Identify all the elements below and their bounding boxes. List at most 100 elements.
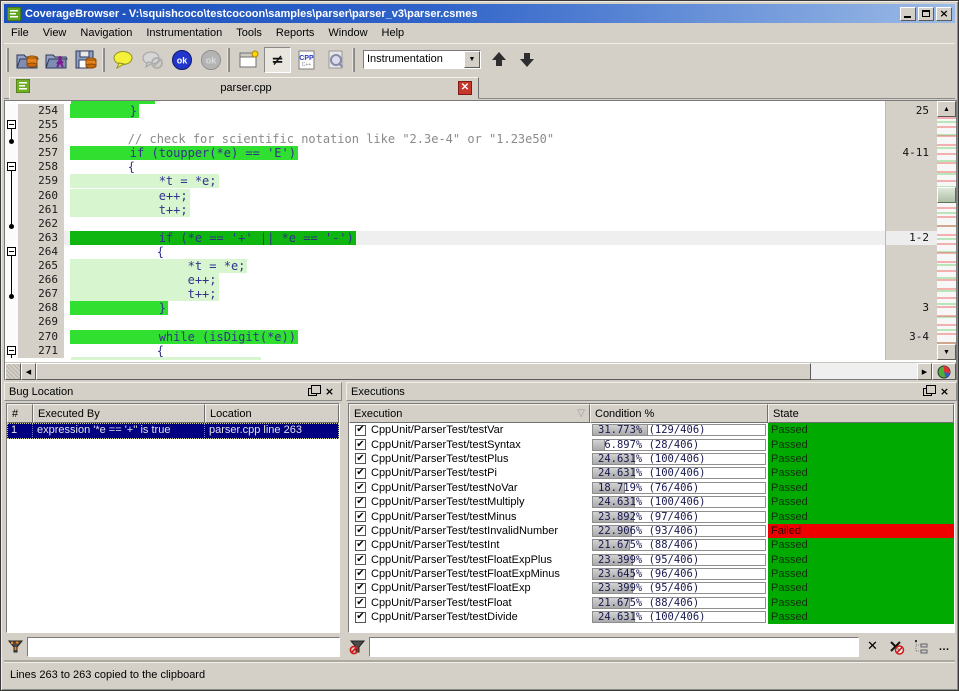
- execution-checkbox[interactable]: ✔: [355, 583, 366, 594]
- cpp-source-button[interactable]: CPP C++: [293, 47, 320, 73]
- tree-view-button[interactable]: [910, 637, 931, 657]
- column-header-num[interactable]: #: [7, 404, 33, 423]
- executions-titlebar[interactable]: Executions ×: [346, 382, 957, 401]
- column-header-condition[interactable]: Condition %: [590, 404, 768, 423]
- hscrollbar-track[interactable]: [811, 363, 917, 379]
- scroll-right-button[interactable]: ▶: [917, 363, 932, 380]
- fold-margin[interactable]: [5, 245, 18, 259]
- code-line[interactable]: 257 if (toupper(*e) == 'E'): [5, 146, 885, 160]
- toolbar-handle[interactable]: [352, 48, 355, 72]
- code-line[interactable]: 260 e++;: [5, 189, 885, 203]
- fold-margin[interactable]: [5, 301, 18, 315]
- remove-comment-button-disabled[interactable]: [139, 47, 166, 73]
- fold-margin[interactable]: [5, 189, 18, 203]
- difference-mode-button[interactable]: ≠: [264, 47, 291, 73]
- execution-checkbox[interactable]: ✔: [355, 597, 366, 608]
- menu-window[interactable]: Window: [321, 25, 374, 41]
- execution-checkbox[interactable]: ✔: [355, 525, 366, 536]
- save-button[interactable]: [72, 47, 99, 73]
- code-line[interactable]: 261 t++;: [5, 203, 885, 217]
- preview-button-disabled[interactable]: [322, 47, 349, 73]
- combobox-dropdown-button[interactable]: ▼: [464, 51, 480, 68]
- code-editor[interactable]: 254 }255256 // check for scientific nota…: [4, 100, 957, 380]
- fold-margin[interactable]: [5, 315, 18, 329]
- execution-row[interactable]: ✔CppUnit/ParserTest/testFloatExpPlus23.3…: [349, 553, 954, 567]
- execution-row[interactable]: ✔CppUnit/ParserTest/testMinus23.892% (97…: [349, 509, 954, 523]
- toolbar-handle[interactable]: [227, 48, 230, 72]
- more-options-button[interactable]: …: [934, 637, 955, 657]
- execution-row[interactable]: ✔CppUnit/ParserTest/testSyntax 6.897% (2…: [349, 437, 954, 451]
- filter-disabled-icon[interactable]: [348, 638, 366, 656]
- code-line[interactable]: 258 {: [5, 160, 885, 174]
- execution-checkbox[interactable]: ✔: [355, 612, 366, 623]
- add-comment-button[interactable]: [110, 47, 137, 73]
- execution-checkbox[interactable]: ✔: [355, 540, 366, 551]
- code-line[interactable]: 267 t++;: [5, 287, 885, 301]
- maximize-button[interactable]: [918, 7, 934, 21]
- column-header-execution[interactable]: Execution▽: [349, 404, 590, 423]
- coverage-mode-combobox[interactable]: Instrumentation ▼: [363, 50, 481, 69]
- close-button[interactable]: ×: [936, 7, 952, 21]
- bug-location-filter-input[interactable]: [27, 637, 340, 657]
- close-panel-button[interactable]: ×: [322, 385, 337, 399]
- scroll-down-button[interactable]: ▼: [937, 344, 956, 360]
- toolbar-handle[interactable]: [6, 48, 9, 72]
- fold-margin[interactable]: [5, 132, 18, 146]
- code-line[interactable]: 254 }: [5, 104, 885, 118]
- code-line[interactable]: 256 // check for scientific notation lik…: [5, 132, 885, 146]
- fold-collapse-icon[interactable]: [7, 346, 16, 355]
- executions-filter-input[interactable]: [369, 637, 859, 657]
- execution-checkbox[interactable]: ✔: [355, 482, 366, 493]
- new-window-button[interactable]: [235, 47, 262, 73]
- title-bar[interactable]: CoverageBrowser - V:\squishcoco\testcoco…: [4, 4, 955, 23]
- code-line[interactable]: 265 *t = *e;: [5, 259, 885, 273]
- margin-options-button[interactable]: [5, 363, 21, 380]
- menu-file[interactable]: File: [4, 25, 36, 41]
- menu-instrumentation[interactable]: Instrumentation: [139, 25, 229, 41]
- execution-row[interactable]: ✔CppUnit/ParserTest/testPi24.631% (100/4…: [349, 466, 954, 480]
- execution-row[interactable]: ✔CppUnit/ParserTest/testNoVar18.719% (76…: [349, 481, 954, 495]
- tab-parser-cpp[interactable]: parser.cpp ✕: [9, 77, 479, 99]
- bug-location-row[interactable]: 1expression '*e == '+'' is trueparser.cp…: [7, 423, 339, 439]
- execution-checkbox[interactable]: ✔: [355, 425, 366, 436]
- code-line[interactable]: 263 if (*e == '+' || *e == '-'): [5, 231, 885, 245]
- execution-checkbox[interactable]: ✔: [355, 554, 366, 565]
- fold-margin[interactable]: [5, 287, 18, 301]
- float-panel-button[interactable]: [920, 385, 935, 399]
- minimize-button[interactable]: [900, 7, 916, 21]
- fold-margin[interactable]: [5, 203, 18, 217]
- execution-row[interactable]: ✔CppUnit/ParserTest/testFloatExp23.399% …: [349, 581, 954, 595]
- fold-margin[interactable]: [5, 330, 18, 344]
- code-line[interactable]: 259 *t = *e;: [5, 174, 885, 188]
- execution-row[interactable]: ✔CppUnit/ParserTest/testFloatExpMinus23.…: [349, 567, 954, 581]
- validate-ok-button-disabled[interactable]: ok: [197, 47, 224, 73]
- code-line[interactable]: 271 {: [5, 344, 885, 358]
- execution-row[interactable]: ✔CppUnit/ParserTest/testDivide24.631% (1…: [349, 610, 954, 624]
- execution-row[interactable]: ✔CppUnit/ParserTest/testInvalidNumber22.…: [349, 524, 954, 538]
- fold-collapse-icon[interactable]: [7, 247, 16, 256]
- fold-margin[interactable]: [5, 104, 18, 118]
- code-line[interactable]: 266 e++;: [5, 273, 885, 287]
- fold-margin[interactable]: [5, 146, 18, 160]
- execution-row[interactable]: ✔CppUnit/ParserTest/testPlus24.631% (100…: [349, 452, 954, 466]
- fold-collapse-icon[interactable]: [7, 120, 16, 129]
- code-line[interactable]: 270 while (isDigit(*e)): [5, 330, 885, 344]
- menu-navigation[interactable]: Navigation: [73, 25, 139, 41]
- fold-margin[interactable]: [5, 231, 18, 245]
- close-panel-button[interactable]: ×: [937, 385, 952, 399]
- code-line[interactable]: 268 }: [5, 301, 885, 315]
- hscrollbar-thumb[interactable]: [36, 363, 811, 380]
- fold-collapse-icon[interactable]: [7, 162, 16, 171]
- column-header-state[interactable]: State: [768, 404, 954, 423]
- menu-help[interactable]: Help: [375, 25, 412, 41]
- remove-selection-button[interactable]: [886, 637, 907, 657]
- scrollbar-coverage-track[interactable]: [937, 117, 956, 344]
- fold-margin[interactable]: [5, 217, 18, 231]
- fold-margin[interactable]: [5, 118, 18, 132]
- execution-checkbox[interactable]: ✔: [355, 468, 366, 479]
- fold-margin[interactable]: [5, 160, 18, 174]
- fold-margin[interactable]: [5, 344, 18, 358]
- code-line[interactable]: 264 {: [5, 245, 885, 259]
- code-line[interactable]: 255: [5, 118, 885, 132]
- code-line[interactable]: 262: [5, 217, 885, 231]
